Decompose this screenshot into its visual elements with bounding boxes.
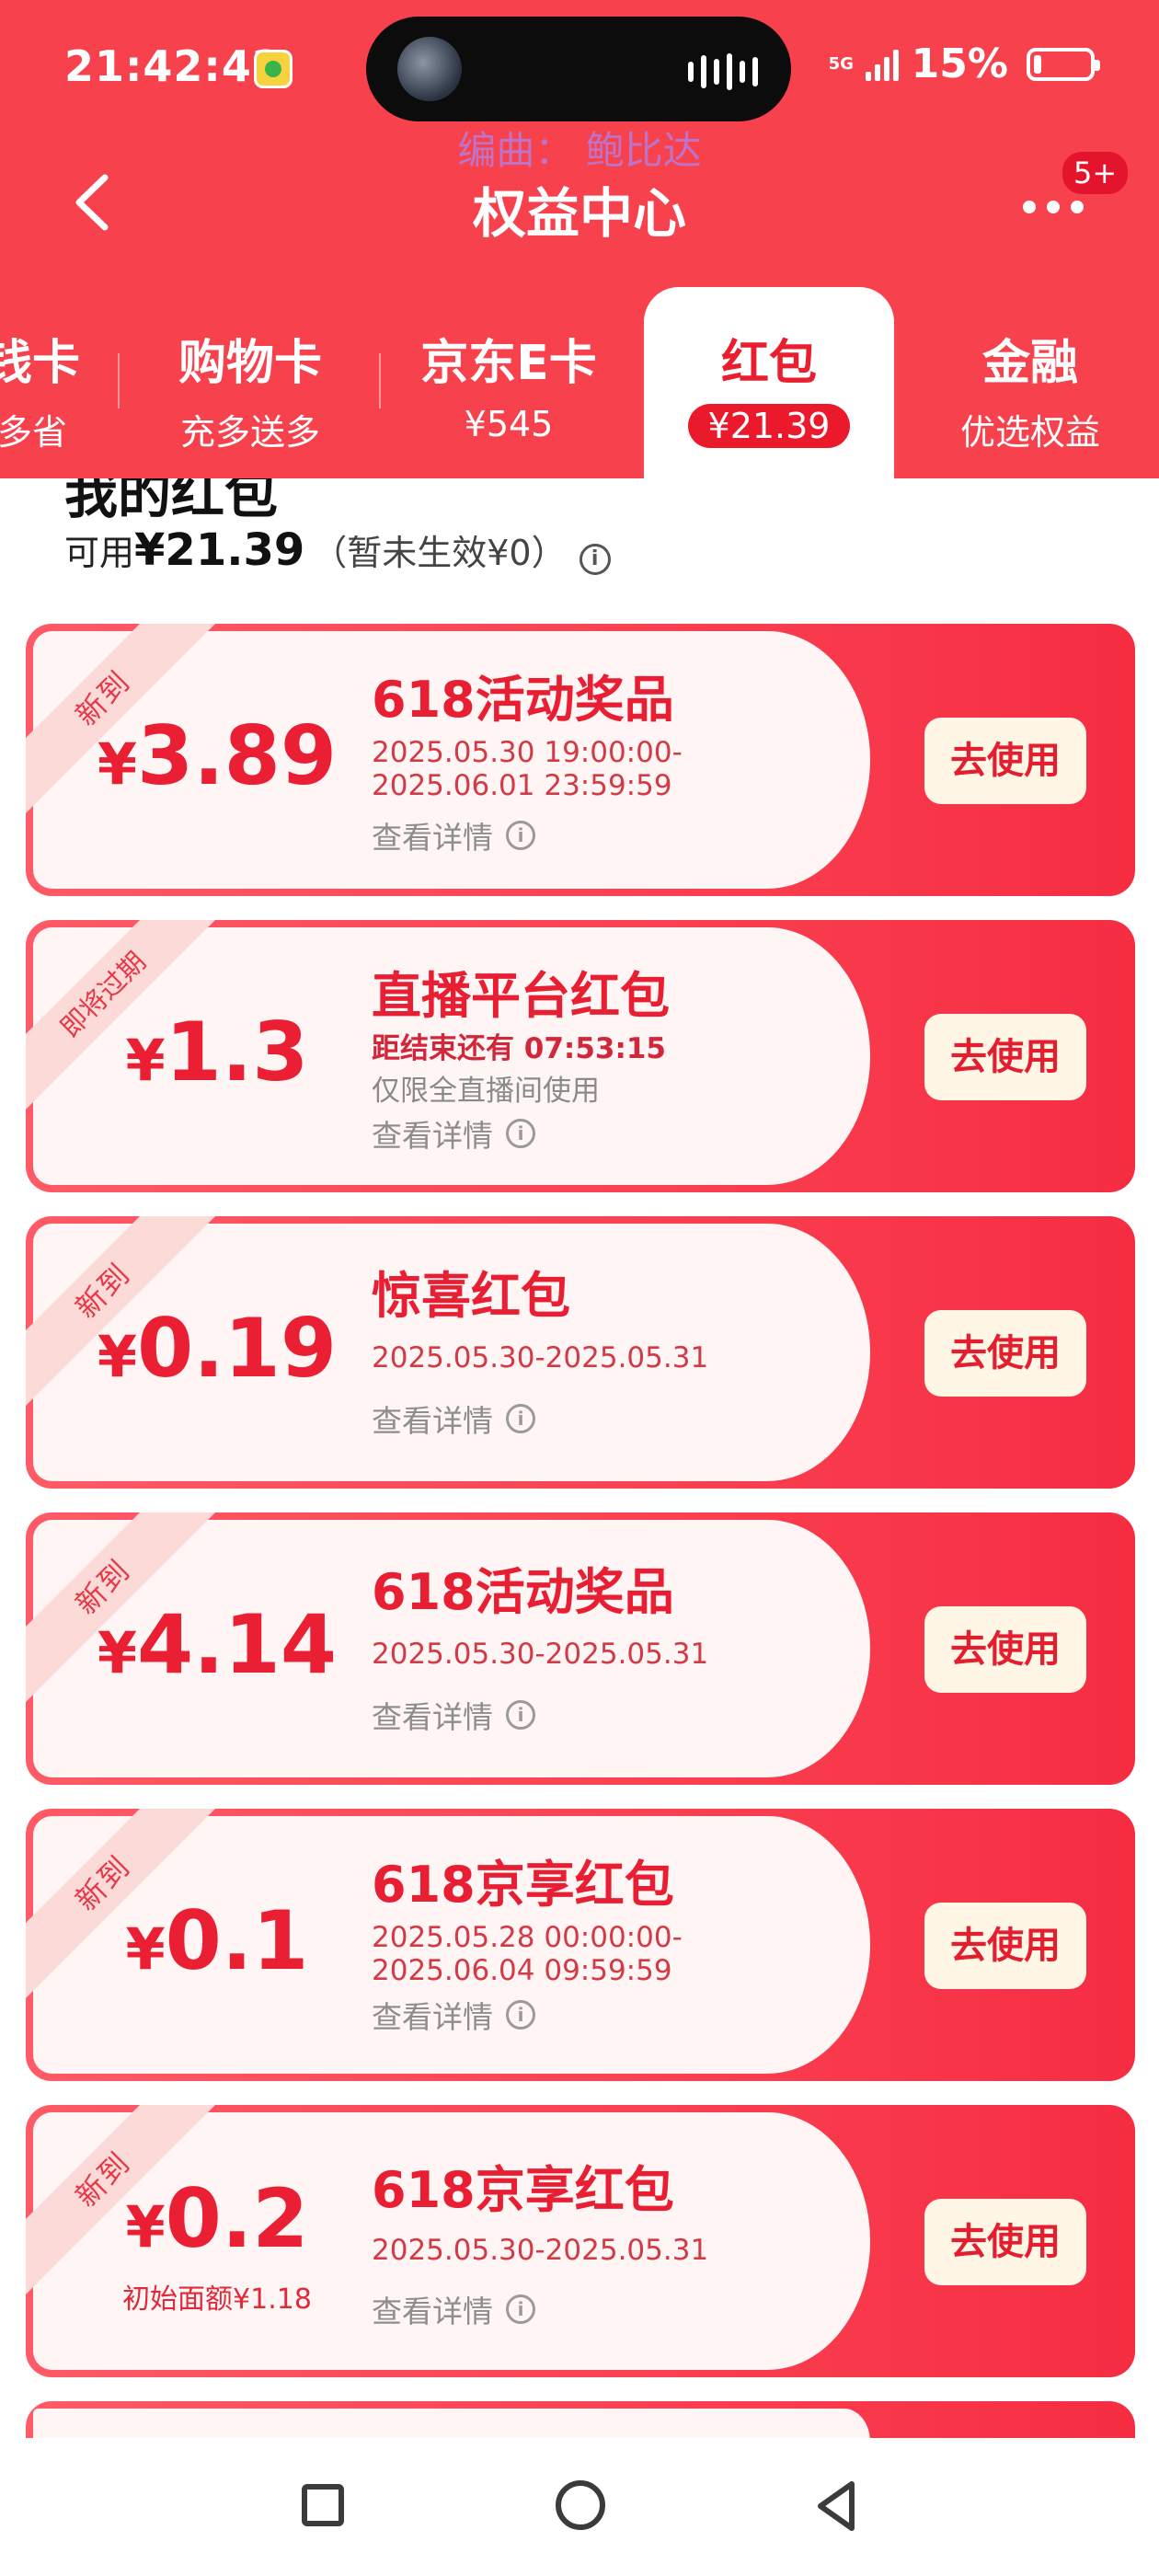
view-details-link[interactable]: 查看详情 i: [372, 2287, 535, 2331]
view-details-link[interactable]: 查看详情 i: [372, 813, 535, 857]
status-bar: 21:42:42 5G 15%: [0, 0, 1159, 138]
usage-restriction: 仅限全直播间使用: [372, 1075, 600, 1108]
packet-title: 618活动奖品: [372, 1563, 674, 1621]
back-triangle-icon[interactable]: [813, 2478, 859, 2534]
red-packet-card: 即将过期 ¥1.3 直播平台红包 距结束还有 07:53:15 仅限全直播间使用…: [26, 920, 1135, 1192]
available-amount: ¥21.39: [134, 524, 305, 576]
header: 21:42:42 5G 15% 编曲： 鲍比达 权益中心 5+ 钱卡 多省 购物…: [0, 0, 1159, 478]
info-icon[interactable]: i: [579, 544, 611, 575]
packet-amount: ¥1.3: [125, 1005, 309, 1099]
red-packet-card: 新到 ¥0.19 惊喜红包 2025.05.30-2025.05.31 查看详情…: [26, 1216, 1135, 1489]
view-details-link[interactable]: 查看详情 i: [372, 1993, 535, 2037]
system-nav-bar: [0, 2438, 1159, 2576]
tab-jd-ecard[interactable]: 京东E卡 ¥545: [381, 287, 637, 478]
tab-red-packet[interactable]: 红包 ¥21.39: [644, 287, 894, 478]
signal-icon: [865, 48, 899, 81]
packet-amount: ¥4.14: [97, 1597, 338, 1692]
tab-red-packet-amount: ¥21.39: [687, 404, 851, 448]
pending-amount: （暂未生效¥0）: [312, 533, 567, 573]
packet-validity: 2025.05.28 00:00:00-: [372, 1921, 683, 1954]
packet-amount: ¥0.1: [125, 1893, 309, 1988]
use-button[interactable]: 去使用: [924, 1014, 1086, 1100]
watermark-text: 编曲： 鲍比达: [457, 128, 702, 173]
use-button[interactable]: 去使用: [924, 1903, 1086, 1989]
recent-apps-icon[interactable]: [302, 2484, 344, 2526]
info-icon: i: [506, 821, 535, 850]
packet-title: 618活动奖品: [372, 671, 674, 729]
network-type: 5G: [828, 53, 854, 74]
original-amount: 初始面额¥1.18: [122, 2283, 312, 2316]
music-cover-icon: [397, 37, 462, 101]
packet-amount: ¥0.19: [97, 1301, 338, 1396]
packet-validity: 2025.06.01 23:59:59: [372, 769, 672, 802]
packet-amount: ¥0.2: [125, 2171, 309, 2266]
view-details-link[interactable]: 查看详情 i: [372, 1693, 535, 1737]
packet-validity: 2025.05.30-2025.05.31: [372, 1638, 709, 1671]
red-packet-card: 新到 ¥4.14 618活动奖品 2025.05.30-2025.05.31 查…: [26, 1512, 1135, 1785]
dynamic-island[interactable]: [366, 17, 791, 121]
home-icon[interactable]: [556, 2480, 605, 2530]
use-button[interactable]: 去使用: [924, 718, 1086, 804]
red-packet-card-partial: [26, 2401, 1135, 2438]
info-icon: i: [506, 2000, 535, 2030]
info-icon: i: [506, 2294, 535, 2324]
page-title: 权益中心: [472, 182, 686, 245]
packet-validity: 2025.05.30-2025.05.31: [372, 2234, 709, 2267]
available-label: 可用: [64, 533, 135, 573]
packet-validity: 2025.05.30 19:00:00-: [372, 736, 683, 769]
red-packet-list[interactable]: 我的红包 可用 ¥21.39 （暂未生效¥0） i 新到 ¥3.89 618活动…: [0, 478, 1159, 2438]
info-icon: i: [506, 1700, 535, 1730]
info-icon: i: [506, 1119, 535, 1148]
battery-percent: 15%: [911, 40, 1008, 87]
view-details-link[interactable]: 查看详情 i: [372, 1111, 535, 1156]
section-title: 我的红包: [64, 478, 279, 525]
audio-wave-icon: [688, 53, 758, 90]
status-icons: 5G 15%: [828, 40, 1100, 87]
tab-wallet-card[interactable]: 钱卡 多省: [0, 287, 120, 478]
use-button[interactable]: 去使用: [924, 1606, 1086, 1693]
red-packet-card: 新到 ¥0.1 618京享红包 2025.05.28 00:00:00- 202…: [26, 1809, 1135, 2081]
packet-title: 618京享红包: [372, 1856, 674, 1914]
use-button[interactable]: 去使用: [924, 1310, 1086, 1397]
red-packet-card: 新到 ¥3.89 618活动奖品 2025.05.30 19:00:00- 20…: [26, 624, 1135, 896]
app-notification-icon: [254, 50, 293, 88]
notification-badge: 5+: [1060, 149, 1131, 197]
packet-title: 直播平台红包: [372, 967, 670, 1025]
tab-shopping-card[interactable]: 购物卡 充多送多: [120, 287, 381, 478]
info-icon: i: [506, 1404, 535, 1433]
packet-amount: ¥3.89: [97, 708, 338, 803]
battery-icon: [1027, 47, 1100, 81]
status-time: 21:42:42: [64, 41, 282, 91]
tab-bar: 钱卡 多省 购物卡 充多送多 京东E卡 ¥545 红包 ¥21.39 金融 优选…: [0, 287, 1159, 478]
packet-title: 惊喜红包: [372, 1267, 570, 1325]
packet-validity: 2025.06.04 09:59:59: [372, 1954, 672, 1987]
view-details-link[interactable]: 查看详情 i: [372, 1397, 535, 1441]
countdown-text: 距结束还有 07:53:15: [372, 1032, 667, 1065]
packet-title: 618京享红包: [372, 2161, 674, 2219]
tab-finance[interactable]: 金融 优选权益: [901, 287, 1159, 478]
available-summary: 可用 ¥21.39 （暂未生效¥0） i: [64, 524, 611, 576]
packet-validity: 2025.05.30-2025.05.31: [372, 1341, 709, 1374]
red-packet-card: 新到 ¥0.2 初始面额¥1.18 618京享红包 2025.05.30-202…: [26, 2105, 1135, 2377]
use-button[interactable]: 去使用: [924, 2199, 1086, 2285]
